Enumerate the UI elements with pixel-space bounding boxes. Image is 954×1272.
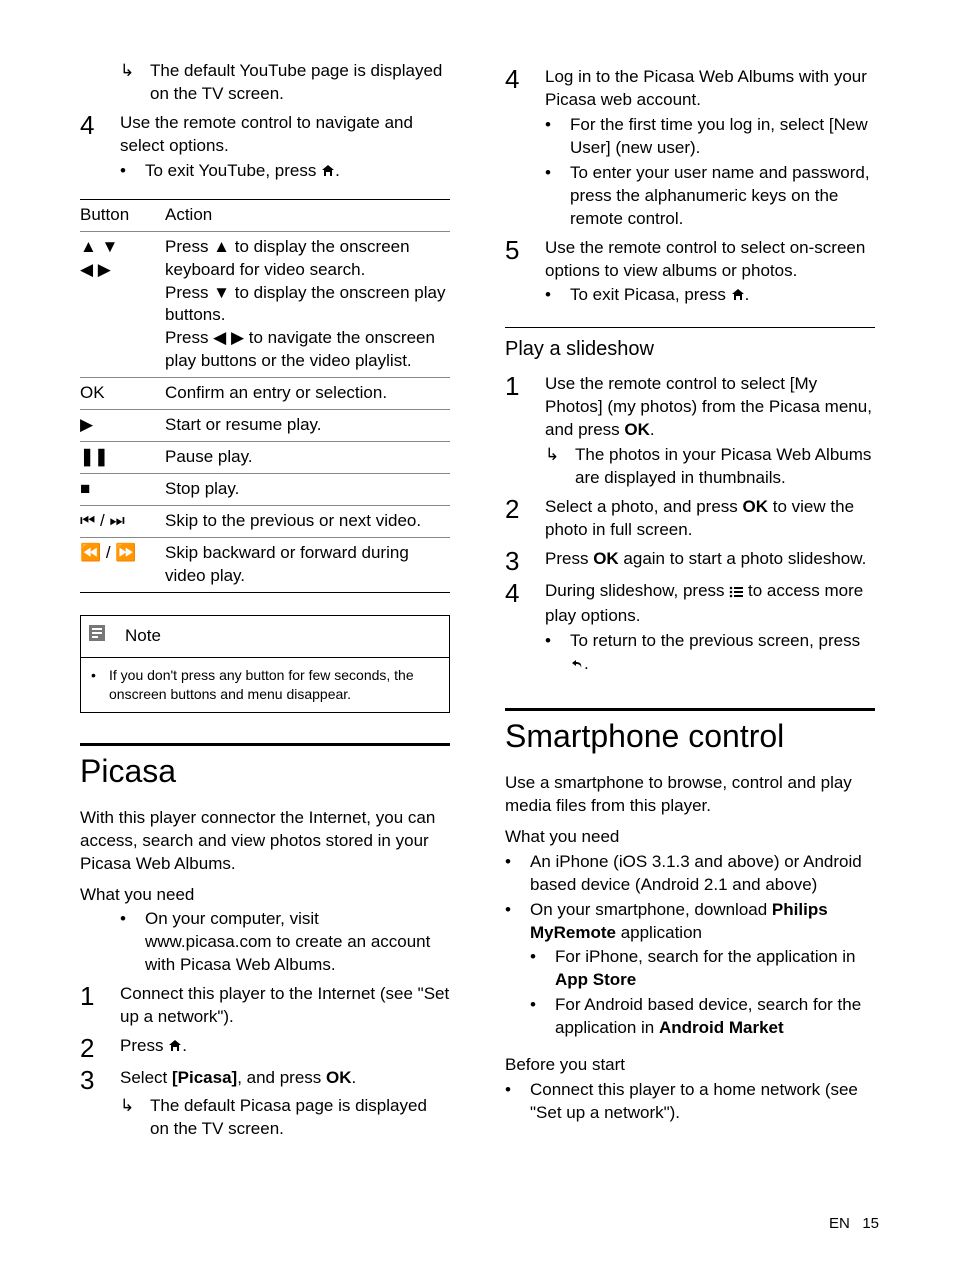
action-cell: Skip to the previous or next video. — [165, 510, 450, 533]
result-line: ↳ The default YouTube page is displayed … — [120, 60, 450, 106]
slide-step4-sub: •To return to the previous screen, press… — [545, 630, 875, 678]
text: To return to the previous screen, press … — [570, 630, 875, 678]
page-footer: EN 15 — [829, 1215, 879, 1232]
note-icon — [89, 622, 115, 651]
home-icon — [731, 286, 745, 309]
step-text: Connect this player to the Internet (see… — [120, 983, 450, 1029]
note-label: Note — [125, 625, 161, 648]
text: To exit Picasa, press . — [570, 284, 749, 309]
options-icon — [729, 582, 743, 605]
btn-cell: ▲ ▼◀ ▶ — [80, 236, 165, 374]
slide-step-2: 2 Select a photo, and press OK to view t… — [505, 496, 875, 542]
step-text: Use the remote control to navigate and s… — [120, 112, 450, 158]
btn-cell: OK — [80, 382, 165, 405]
result-arrow-icon: ↳ — [545, 444, 575, 490]
action-cell: Stop play. — [165, 478, 450, 501]
step-number: 4 — [80, 112, 120, 158]
step-text: Press . — [120, 1035, 450, 1061]
smartphone-intro: Use a smartphone to browse, control and … — [505, 772, 875, 818]
picasa-step-1: 1 Connect this player to the Internet (s… — [80, 983, 450, 1029]
wyn-sub-2: For Android based device, search for the… — [555, 994, 875, 1040]
step4-sub-a: •For the first time you log in, select [… — [545, 114, 875, 160]
right-column: 4 Log in to the Picasa Web Albums with y… — [505, 60, 875, 1147]
step4-sub-text: To exit YouTube, press . — [145, 160, 340, 185]
step5-sub: •To exit Picasa, press . — [545, 284, 875, 309]
table-header: Button Action — [80, 200, 450, 232]
action-cell: Pause play. — [165, 446, 450, 469]
wyn-item: •On your computer, visit www.picasa.com … — [120, 908, 450, 977]
btn-cell: ▶ — [80, 414, 165, 437]
left-column: ↳ The default YouTube page is displayed … — [80, 60, 450, 1147]
table-row: OK Confirm an entry or selection. — [80, 378, 450, 410]
action-cell: Skip backward or forward during video pl… — [165, 542, 450, 588]
footer-page: 15 — [862, 1215, 879, 1232]
slide-step-4: 4 During slideshow, press to access more… — [505, 580, 875, 628]
table-row: ⏪ / ⏩ Skip backward or forward during vi… — [80, 538, 450, 592]
home-icon — [321, 162, 335, 185]
step-text: Log in to the Picasa Web Albums with you… — [545, 66, 875, 112]
btn-cell: ■ — [80, 478, 165, 501]
picasa-step-3: 3 Select [Picasa], and press OK. — [80, 1067, 450, 1093]
youtube-result-text: The default YouTube page is displayed on… — [150, 60, 450, 106]
bys-item-1: Connect this player to a home network (s… — [530, 1079, 875, 1125]
step-text: Select [Picasa], and press OK. — [120, 1067, 450, 1093]
step-text: Select a photo, and press OK to view the… — [545, 496, 875, 542]
result-arrow-icon: ↳ — [120, 1095, 150, 1141]
table-row: ■ Stop play. — [80, 474, 450, 506]
slide-step-3: 3 Press OK again to start a photo slides… — [505, 548, 875, 574]
button-action-table: Button Action ▲ ▼◀ ▶ Press ▲ to display … — [80, 199, 450, 593]
step-text: Use the remote control to select [My Pho… — [545, 373, 875, 442]
step-text: During slideshow, press to access more p… — [545, 580, 875, 628]
btn-cell: ⏮ / ⏭ — [80, 510, 165, 533]
bullet-dot: • — [120, 160, 145, 185]
before-you-start-label: Before you start — [505, 1054, 875, 1077]
note-box: Note •If you don't press any button for … — [80, 615, 450, 713]
result-line: ↳ The photos in your Picasa Web Albums a… — [545, 444, 875, 490]
step-4: 4 Log in to the Picasa Web Albums with y… — [505, 66, 875, 112]
btn-cell: ❚❚ — [80, 446, 165, 469]
picasa-heading: Picasa — [80, 743, 450, 793]
result-line: ↳ The default Picasa page is displayed o… — [120, 1095, 450, 1141]
wyn-item-1: An iPhone (iOS 3.1.3 and above) or Andro… — [530, 851, 875, 897]
note-text: If you don't press any button for few se… — [109, 666, 439, 704]
what-you-need-label: What you need — [80, 884, 450, 907]
slide-step-1: 1 Use the remote control to select [My P… — [505, 373, 875, 442]
back-icon — [570, 655, 584, 678]
th-button: Button — [80, 204, 165, 227]
note-body: •If you don't press any button for few s… — [81, 658, 449, 712]
text: For the first time you log in, select [N… — [570, 114, 875, 160]
wyn-sub-1: For iPhone, search for the application i… — [555, 946, 875, 992]
slideshow-heading: Play a slideshow — [505, 336, 875, 363]
what-you-need-label: What you need — [505, 826, 875, 849]
note-header: Note — [81, 616, 449, 658]
step-5: 5 Use the remote control to select on-sc… — [505, 237, 875, 283]
step4-sub-b: •To enter your user name and password, p… — [545, 162, 875, 231]
result-text: The photos in your Picasa Web Albums are… — [575, 444, 875, 490]
home-icon — [168, 1037, 182, 1060]
footer-lang: EN — [829, 1215, 850, 1232]
step-text: Use the remote control to select on-scre… — [545, 237, 875, 283]
wyn-item-2: On your smartphone, download Philips MyR… — [530, 899, 875, 945]
wyn-text: On your computer, visit www.picasa.com t… — [145, 908, 450, 977]
table-row: ❚❚ Pause play. — [80, 442, 450, 474]
action-cell: Start or resume play. — [165, 414, 450, 437]
picasa-intro: With this player connector the Internet,… — [80, 807, 450, 876]
smartphone-heading: Smartphone control — [505, 708, 875, 758]
step-text: Press OK again to start a photo slidesho… — [545, 548, 875, 574]
text: To enter your user name and password, pr… — [570, 162, 875, 231]
result-arrow-icon: ↳ — [120, 60, 150, 106]
table-row: ⏮ / ⏭ Skip to the previous or next video… — [80, 506, 450, 538]
picasa-step-2: 2 Press . — [80, 1035, 450, 1061]
step-4: 4 Use the remote control to navigate and… — [80, 112, 450, 158]
action-cell: Confirm an entry or selection. — [165, 382, 450, 405]
table-row: ▶ Start or resume play. — [80, 410, 450, 442]
result-text: The default Picasa page is displayed on … — [150, 1095, 450, 1141]
table-row: ▲ ▼◀ ▶ Press ▲ to display the onscreen k… — [80, 232, 450, 379]
step4-sub: • To exit YouTube, press . — [120, 160, 450, 185]
btn-cell: ⏪ / ⏩ — [80, 542, 165, 588]
action-cell: Press ▲ to display the onscreen keyboard… — [165, 236, 450, 374]
th-action: Action — [165, 204, 450, 227]
